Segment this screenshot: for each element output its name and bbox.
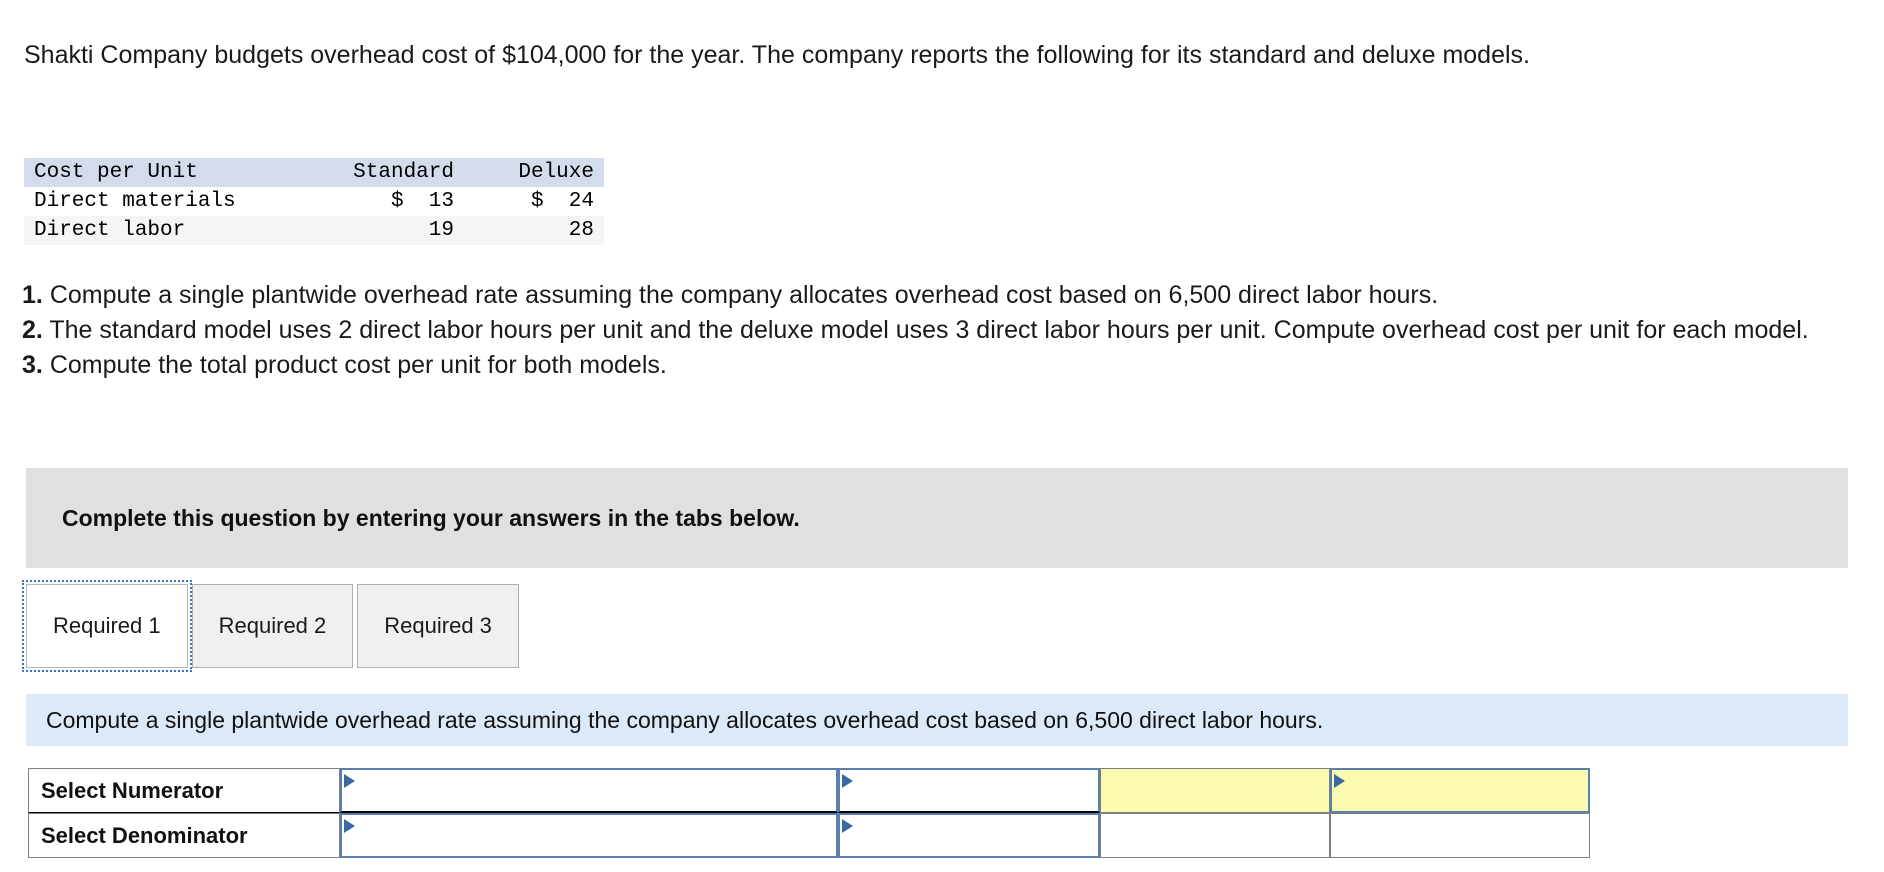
tab-instruction-text: Compute a single plantwide overhead rate… (46, 706, 1324, 733)
label-select-denominator: Select Denominator (28, 813, 340, 858)
requirement-3: 3. Compute the total product cost per un… (22, 348, 1884, 383)
complete-question-banner: Complete this question by entering your … (26, 468, 1848, 568)
tab-required-2-label: Required 2 (218, 613, 327, 638)
requirement-2-number: 2. (22, 316, 43, 344)
header-deluxe: Deluxe (518, 161, 594, 184)
cell-direct-labor-deluxe: 28 (568, 219, 594, 242)
numerator-input-2[interactable] (838, 768, 1100, 813)
requirement-1-number: 1. (22, 281, 43, 309)
required-tabs: Required 1 Required 2 Required 3 (22, 580, 523, 672)
requirement-3-number: 3. (22, 351, 43, 379)
numerator-result-cell (1100, 768, 1330, 813)
denominator-result-cell (1100, 813, 1330, 858)
cell-direct-materials-standard: $ 13 (390, 190, 454, 213)
requirement-2-text: The standard model uses 2 direct labor h… (49, 316, 1809, 344)
cell-direct-materials-deluxe: $ 24 (530, 190, 594, 213)
requirements-list: 1. Compute a single plantwide overhead r… (22, 278, 1884, 383)
tab-required-1[interactable]: Required 1 (22, 580, 192, 672)
cost-table-body: Direct materials $ 13 $ 24 Direct labor … (24, 187, 604, 245)
tab-required-1-label: Required 1 (53, 613, 161, 638)
cost-table-header-row: Cost per Unit Standard Deluxe (24, 158, 604, 187)
problem-intro: Shakti Company budgets overhead cost of … (24, 41, 1530, 69)
dropdown-marker-icon (1334, 774, 1345, 788)
dropdown-marker-icon (842, 774, 853, 788)
requirement-1: 1. Compute a single plantwide overhead r… (22, 278, 1884, 313)
row-label-direct-labor: Direct labor (34, 219, 186, 242)
table-row: Direct labor 19 28 (24, 216, 604, 245)
header-standard: Standard (353, 161, 454, 184)
tab-required-2[interactable]: Required 2 (191, 584, 354, 668)
cost-table-head: Cost per Unit Standard Deluxe (24, 158, 604, 187)
header-cost-per-unit: Cost per Unit (34, 161, 198, 184)
cost-per-unit-table: Cost per Unit Standard Deluxe Direct mat… (24, 158, 604, 245)
requirement-1-text: Compute a single plantwide overhead rate… (49, 281, 1439, 309)
table-row: Select Numerator (28, 768, 1590, 813)
numerator-rate-input[interactable] (1330, 768, 1590, 813)
tab-required-3[interactable]: Required 3 (357, 584, 519, 668)
label-select-numerator: Select Numerator (28, 768, 340, 813)
banner-text: Complete this question by entering your … (62, 504, 800, 531)
dropdown-marker-icon (842, 819, 853, 833)
answer-form-table: Select Numerator Select Denominator (28, 768, 1590, 858)
denominator-rate-cell (1330, 813, 1590, 858)
requirement-2: 2. The standard model uses 2 direct labo… (22, 313, 1884, 348)
exercise-page: Shakti Company budgets overhead cost of … (0, 0, 1884, 872)
table-row: Select Denominator (28, 813, 1590, 858)
numerator-input-1[interactable] (340, 768, 838, 813)
tab-required-3-label: Required 3 (384, 613, 492, 638)
tab-instruction-bar: Compute a single plantwide overhead rate… (26, 694, 1848, 746)
cell-direct-labor-standard: 19 (428, 219, 454, 242)
answer-form-body: Select Numerator Select Denominator (28, 768, 1590, 858)
dropdown-marker-icon (344, 774, 355, 788)
dropdown-marker-icon (344, 819, 355, 833)
denominator-input-1[interactable] (340, 813, 838, 858)
requirement-3-text: Compute the total product cost per unit … (49, 351, 667, 379)
denominator-input-2[interactable] (838, 813, 1100, 858)
table-row: Direct materials $ 13 $ 24 (24, 187, 604, 216)
row-label-direct-materials: Direct materials (34, 190, 236, 213)
